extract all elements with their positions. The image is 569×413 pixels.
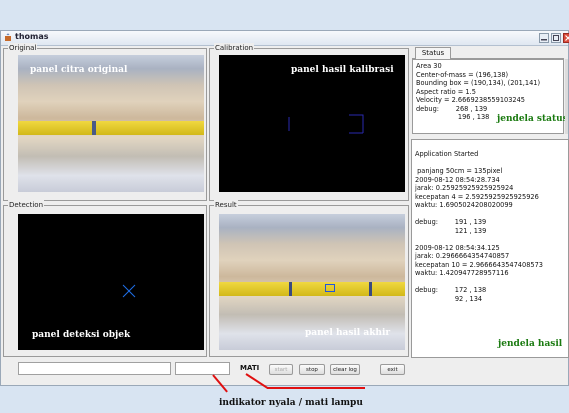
maximize-button[interactable] xyxy=(551,33,561,43)
text-line: 196 , 138 xyxy=(416,113,490,121)
status-field-right xyxy=(175,362,230,375)
close-icon xyxy=(565,35,569,41)
window-title: thomas xyxy=(15,32,49,41)
text-line: debug: 268 , 139 xyxy=(416,104,488,113)
text-line: 121 , 139 xyxy=(415,226,487,235)
original-panel-label: Original xyxy=(8,43,38,53)
calibration-panel-label: Calibration xyxy=(214,43,255,53)
text-line: waktu: 1.6905024208020099 xyxy=(415,201,513,209)
text-line: debug: 172 , 138 xyxy=(415,286,487,294)
moving-object xyxy=(92,121,96,135)
status-field-left xyxy=(18,362,171,375)
result-image-view: panel hasil akhir xyxy=(219,214,405,350)
java-app-icon xyxy=(5,33,11,41)
text-line: waktu: 1.420947728957116 xyxy=(415,269,509,277)
maximize-icon xyxy=(553,35,559,41)
text-line: Bounding box = (190,134), (201,141) xyxy=(416,79,541,87)
lamp-indicator-annotation: indikator nyala / mati lampu xyxy=(219,398,363,408)
detection-cross-icon xyxy=(122,284,136,298)
calibration-markers xyxy=(288,114,364,134)
text-line: Application Started xyxy=(415,150,479,158)
close-button[interactable] xyxy=(563,33,569,43)
start-button[interactable]: start xyxy=(269,364,293,375)
status-window-annotation: jendela status xyxy=(497,114,568,124)
text-line: Aspect ratio = 1.5 xyxy=(416,87,476,96)
lamp-status-indicator: MATI xyxy=(240,364,260,372)
exit-button[interactable]: exit xyxy=(380,364,405,375)
calibration-panel-caption: panel hasil kalibrasi xyxy=(291,65,394,75)
clear-log-button[interactable]: clear log xyxy=(330,364,360,375)
log-textarea[interactable]: Application Started panjang 50cm = 135pi… xyxy=(411,139,569,358)
text-line: debug: 191 , 139 xyxy=(415,218,487,226)
text-line: jarak: 0.2966664354740857 xyxy=(415,252,510,260)
minimize-icon xyxy=(541,39,547,41)
text-line: kecepatan 10 = 2.9666643547408573 xyxy=(415,260,543,269)
detection-image-view: panel deteksi objek xyxy=(18,214,204,350)
title-bar: thomas xyxy=(1,31,569,46)
calibration-image-view: panel hasil kalibrasi xyxy=(219,55,405,192)
result-panel-caption: panel hasil akhir xyxy=(305,328,391,338)
status-textarea[interactable]: Area 30 Center-of-mass = (196,138) Boundin… xyxy=(412,59,568,134)
text-line: Velocity = 2.6669238559103245 xyxy=(416,96,525,104)
tab-status[interactable]: Status xyxy=(415,47,451,59)
text-line: kecepatan 4 = 2.5925925925925926 xyxy=(415,192,539,201)
annotation-underline xyxy=(267,387,365,389)
stop-button[interactable]: stop xyxy=(299,364,325,375)
detection-panel-label: Detection xyxy=(8,200,45,210)
result-panel-label: Result xyxy=(214,200,238,210)
original-panel-caption: panel citra original xyxy=(30,65,128,75)
yellow-tape-strip xyxy=(219,282,405,296)
status-tab-bar: Status xyxy=(412,46,564,59)
text-line: 2009-08-12 08:54:28.734 xyxy=(415,175,500,184)
yellow-tape-strip xyxy=(18,121,204,135)
detection-panel-caption: panel deteksi objek xyxy=(32,330,131,340)
text-line: Center-of-mass = (196,138) xyxy=(416,70,509,79)
calibration-line xyxy=(289,282,292,296)
status-scrollbar[interactable] xyxy=(565,59,568,134)
calibration-line xyxy=(369,282,372,296)
text-line: Area 30 xyxy=(416,62,442,70)
bounding-box xyxy=(325,284,335,292)
result-window-annotation: jendela hasil xyxy=(498,339,563,349)
text-line: jarak: 0.25925925925925924 xyxy=(415,184,514,192)
original-image-view: panel citra original xyxy=(18,55,204,192)
text-line: panjang 50cm = 135pixel xyxy=(415,167,503,175)
text-line: 2009-08-12 08:54:34.125 xyxy=(415,243,500,252)
text-line: 92 , 134 xyxy=(415,294,483,303)
minimize-button[interactable] xyxy=(539,33,549,43)
